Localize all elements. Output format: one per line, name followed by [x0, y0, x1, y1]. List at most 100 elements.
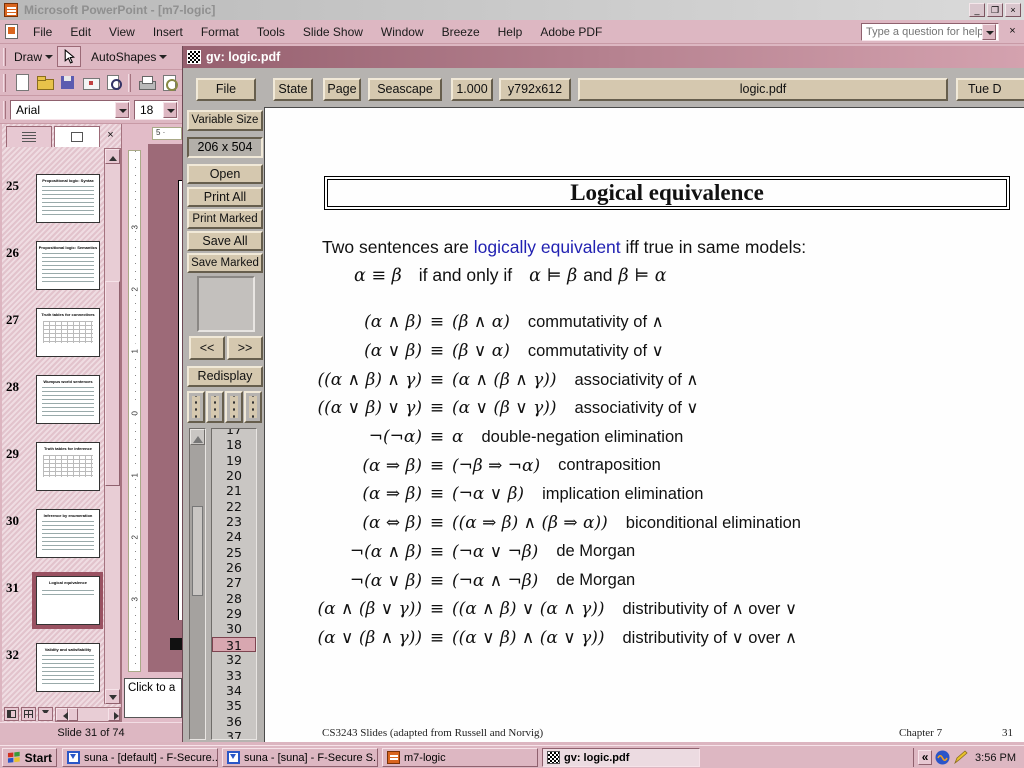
toolbar-grip[interactable]	[3, 101, 6, 119]
gv-file-button[interactable]: File	[196, 78, 256, 101]
page-item[interactable]: 30	[212, 621, 256, 636]
task-fsecure-default[interactable]: suna - [default] - F-Secure...	[62, 748, 218, 767]
close-pane-icon[interactable]: ×	[103, 128, 118, 143]
autoshapes-menu-button[interactable]: AutoShapes	[87, 48, 171, 66]
gv-open-button[interactable]: Open	[187, 164, 263, 184]
page-item[interactable]: 34	[212, 683, 256, 698]
new-icon[interactable]	[12, 73, 31, 92]
pdf-page[interactable]: Logical equivalence Two sentences are lo…	[264, 107, 1024, 742]
horizontal-scrollbar[interactable]	[55, 707, 121, 722]
page-item[interactable]: 37	[212, 729, 256, 740]
page-item[interactable]: 23	[212, 514, 256, 529]
gv-state-button[interactable]: State	[273, 78, 313, 101]
gv-mark-button-1[interactable]	[187, 391, 205, 423]
draw-menu-button[interactable]: Draw	[10, 48, 57, 66]
document-icon[interactable]	[5, 24, 18, 39]
gv-next-page-button[interactable]: >>	[227, 336, 263, 360]
mail-icon[interactable]	[81, 73, 100, 92]
gv-titlebar[interactable]: gv: logic.pdf	[183, 46, 1024, 68]
page-item[interactable]: 21	[212, 483, 256, 498]
page-item[interactable]: 28	[212, 591, 256, 606]
page-item[interactable]: 25	[212, 545, 256, 560]
thumbnail-preview[interactable]: Wumpus world sentences	[36, 375, 100, 424]
help-search-box[interactable]	[861, 23, 999, 41]
page-item[interactable]: 24	[212, 529, 256, 544]
gv-pan-area[interactable]	[197, 276, 255, 332]
menu-format[interactable]: Format	[192, 22, 248, 42]
page-item[interactable]: 29	[212, 606, 256, 621]
gv-mark-button-3[interactable]	[225, 391, 243, 423]
gv-save-marked-button[interactable]: Save Marked	[187, 253, 263, 273]
scroll-up-icon[interactable]	[105, 149, 120, 164]
close-button[interactable]: ×	[1005, 3, 1021, 17]
scrollbar-thumb[interactable]	[105, 281, 120, 486]
menu-slide-show[interactable]: Slide Show	[294, 22, 372, 42]
gv-save-all-button[interactable]: Save All	[187, 231, 263, 251]
menu-window[interactable]: Window	[372, 22, 433, 42]
gv-page-button[interactable]: Page	[323, 78, 361, 101]
menu-help[interactable]: Help	[489, 22, 532, 42]
font-size-combo[interactable]: 18	[134, 100, 178, 120]
toolbar-grip[interactable]	[3, 74, 6, 92]
page-item[interactable]: 18	[212, 437, 256, 452]
page-item[interactable]: 17	[212, 428, 256, 437]
task-gv-active[interactable]: gv: logic.pdf	[542, 748, 700, 767]
font-name-combo[interactable]: Arial	[10, 100, 130, 120]
open-icon[interactable]	[35, 73, 54, 92]
page-item[interactable]: 32	[212, 652, 256, 667]
task-powerpoint[interactable]: m7-logic	[382, 748, 538, 767]
scroll-up-icon[interactable]	[190, 429, 205, 445]
thumbnail-preview[interactable]: Propositional logic: Syntax	[36, 174, 100, 223]
select-pointer-button[interactable]	[57, 46, 81, 67]
thumbnails-scrollbar[interactable]	[104, 148, 121, 704]
gv-redisplay-button[interactable]: Redisplay	[187, 366, 263, 387]
toolbar-grip[interactable]	[3, 48, 6, 66]
thumbnail-preview[interactable]: Truth tables for connectives	[36, 308, 100, 357]
gv-print-marked-button[interactable]: Print Marked	[187, 209, 263, 229]
page-item[interactable]: 20	[212, 468, 256, 483]
gv-pagelist-scrollbar[interactable]	[189, 428, 206, 740]
page-item[interactable]: 22	[212, 499, 256, 514]
gv-variable-size-button[interactable]: Variable Size	[187, 110, 263, 131]
gv-print-all-button[interactable]: Print All	[187, 187, 263, 207]
search-icon[interactable]	[104, 73, 123, 92]
chevron-down-icon[interactable]	[982, 24, 996, 40]
gv-prev-page-button[interactable]: <<	[189, 336, 225, 360]
tab-slides[interactable]	[54, 126, 100, 147]
menu-edit[interactable]: Edit	[61, 22, 100, 42]
page-item[interactable]: 26	[212, 560, 256, 575]
gv-mark-button-2[interactable]	[206, 391, 224, 423]
thumbnail-preview[interactable]: Inference by enumeration	[36, 509, 100, 558]
help-search-input[interactable]	[862, 26, 982, 38]
scrollbar-thumb[interactable]	[192, 506, 203, 596]
tray-pencil-icon[interactable]	[953, 750, 968, 765]
thumbnail-preview[interactable]: Propositional logic: Semantics	[36, 241, 100, 290]
menu-breeze[interactable]: Breeze	[433, 22, 489, 42]
menu-insert[interactable]: Insert	[144, 22, 192, 42]
normal-view-button[interactable]	[4, 707, 19, 721]
gv-scale-button[interactable]: 1.000	[451, 78, 493, 101]
scroll-down-icon[interactable]	[105, 689, 120, 704]
gv-mark-button-4[interactable]	[244, 391, 262, 423]
print-icon[interactable]	[137, 73, 156, 92]
menu-file[interactable]: File	[24, 22, 61, 42]
notes-pane[interactable]: Click to a	[124, 678, 182, 718]
close-document-icon[interactable]: ×	[1005, 24, 1020, 39]
gv-orientation-button[interactable]: Seascape	[368, 78, 442, 101]
tray-blue-app-icon[interactable]	[935, 750, 950, 765]
slide-sorter-view-button[interactable]	[21, 707, 36, 721]
menu-view[interactable]: View	[100, 22, 144, 42]
scroll-left-icon[interactable]	[56, 708, 68, 721]
page-item[interactable]: 19	[212, 453, 256, 468]
page-item-selected[interactable]: 31	[212, 637, 256, 652]
menu-adobe-pdf[interactable]: Adobe PDF	[531, 22, 611, 42]
start-button[interactable]: Start	[2, 748, 57, 767]
scrollbar-thumb[interactable]	[68, 708, 78, 721]
thumbnail-preview[interactable]: Truth tables for inference	[36, 442, 100, 491]
page-item[interactable]: 36	[212, 714, 256, 729]
gv-filename-bar[interactable]: logic.pdf	[578, 78, 948, 101]
gv-pagesize-button[interactable]: y792x612	[499, 78, 571, 101]
menu-tools[interactable]: Tools	[248, 22, 294, 42]
page-item[interactable]: 33	[212, 668, 256, 683]
thumbnail-preview[interactable]: Validity and satisfiability	[36, 643, 100, 692]
